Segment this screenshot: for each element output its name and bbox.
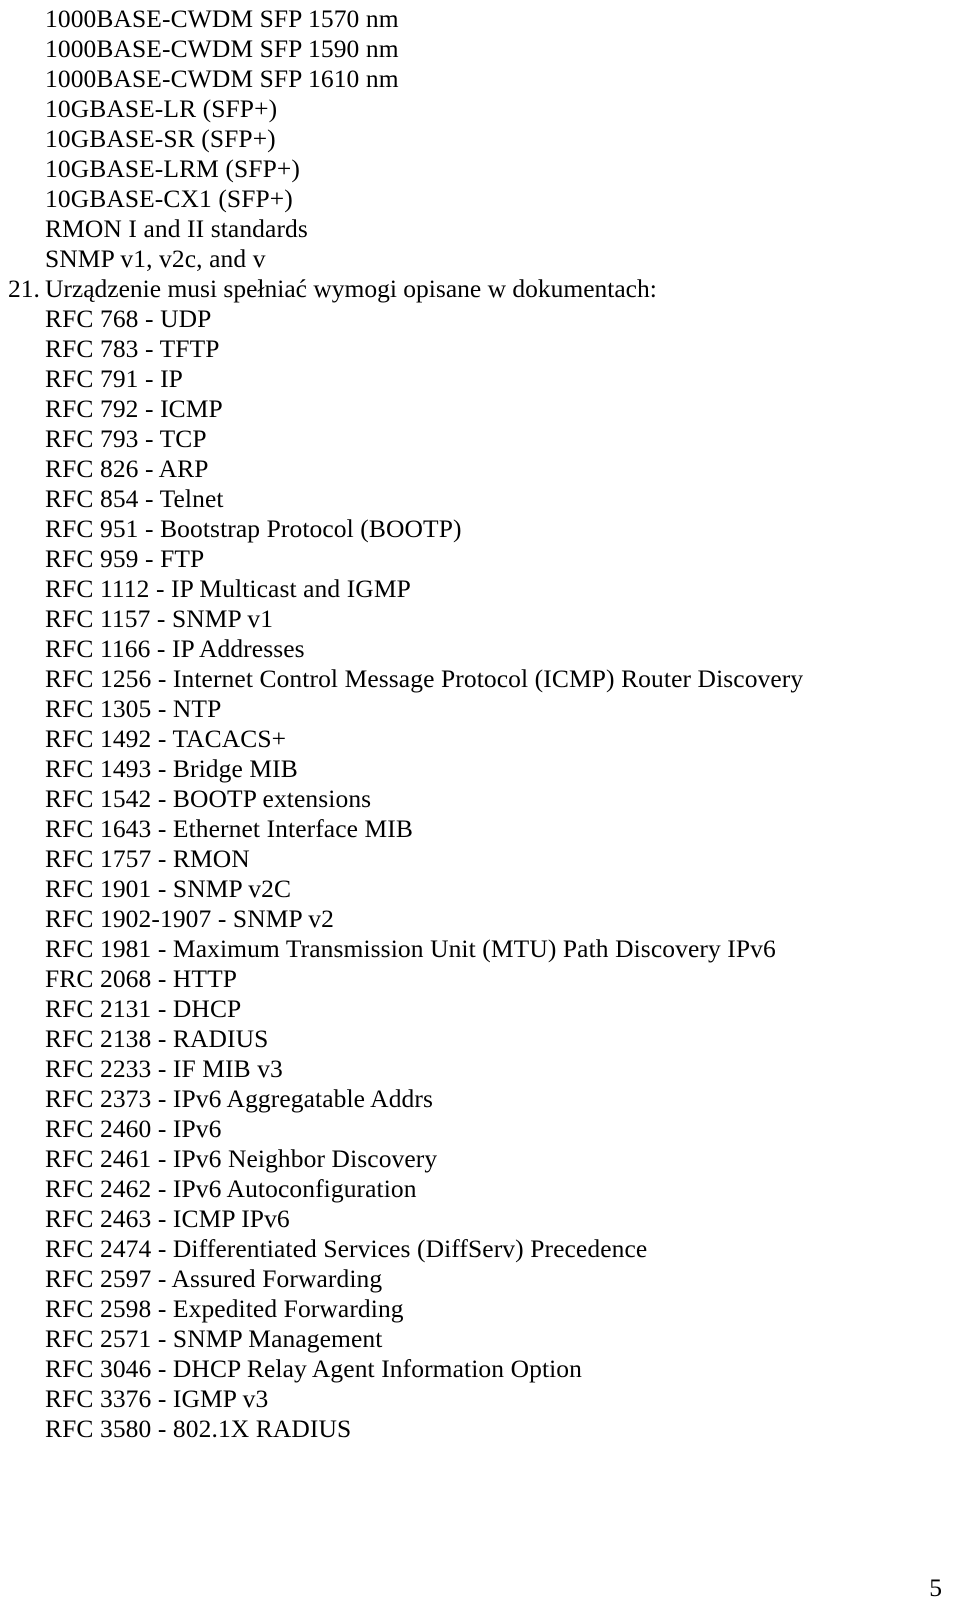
rfc-list-item: RFC 2463 - ICMP IPv6: [45, 1204, 290, 1233]
rfc-list-item: RFC 2460 - IPv6: [45, 1114, 222, 1143]
rfc-list-item: RFC 3046 - DHCP Relay Agent Information …: [45, 1354, 583, 1383]
list-marker: 21.: [8, 274, 40, 303]
rfc-list-item: RFC 1542 - BOOTP extensions: [45, 784, 372, 813]
rfc-list-item: RFC 1981 - Maximum Transmission Unit (MT…: [45, 934, 776, 963]
rfc-list-item: RFC 1256 - Internet Control Message Prot…: [45, 664, 804, 693]
rfc-list-item: RFC 2138 - RADIUS: [45, 1024, 269, 1053]
rfc-list-item: RFC 2571 - SNMP Management: [45, 1324, 383, 1353]
rfc-list-item: RFC 1157 - SNMP v1: [45, 604, 274, 633]
rfc-list-item: RFC 854 - Telnet: [45, 484, 224, 513]
spec-line: 10GBASE-LR (SFP+): [45, 94, 278, 123]
rfc-list-item: RFC 793 - TCP: [45, 424, 207, 453]
rfc-list-item: RFC 2474 - Differentiated Services (Diff…: [45, 1234, 648, 1263]
spec-line: RMON I and II standards: [45, 214, 308, 243]
spec-line: 10GBASE-CX1 (SFP+): [45, 184, 293, 213]
document-page: 1000BASE-CWDM SFP 1570 nm 1000BASE-CWDM …: [0, 0, 960, 1611]
rfc-list-item: RFC 1305 - NTP: [45, 694, 222, 723]
rfc-list-item: RFC 2233 - IF MIB v3: [45, 1054, 283, 1083]
rfc-list-item: RFC 768 - UDP: [45, 304, 212, 333]
rfc-list-item: RFC 1643 - Ethernet Interface MIB: [45, 814, 413, 843]
rfc-list-item: RFC 1902-1907 - SNMP v2: [45, 904, 334, 933]
spec-line: 10GBASE-SR (SFP+): [45, 124, 276, 153]
rfc-list-item: RFC 2131 - DHCP: [45, 994, 242, 1023]
rfc-list-item: RFC 1757 - RMON: [45, 844, 250, 873]
rfc-list-item: RFC 3376 - IGMP v3: [45, 1384, 269, 1413]
continued-spec-list: 1000BASE-CWDM SFP 1570 nm 1000BASE-CWDM …: [0, 4, 960, 274]
spec-line: 10GBASE-LRM (SFP+): [45, 154, 300, 183]
rfc-list-item: RFC 1166 - IP Addresses: [45, 634, 305, 663]
rfc-list-item: RFC 2462 - IPv6 Autoconfiguration: [45, 1174, 417, 1203]
page-number: 5: [929, 1573, 942, 1602]
spec-line: 1000BASE-CWDM SFP 1590 nm: [45, 34, 399, 63]
rfc-list-item: RFC 3580 - 802.1X RADIUS: [45, 1414, 352, 1443]
rfc-list-item: RFC 783 - TFTP: [45, 334, 220, 363]
spec-line: SNMP v1, v2c, and v: [45, 244, 266, 273]
spec-line: 1000BASE-CWDM SFP 1570 nm: [45, 4, 399, 33]
requirement-text: Urządzenie musi spełniać wymogi opisane …: [45, 274, 657, 303]
rfc-list-item: RFC 791 - IP: [45, 364, 183, 393]
rfc-list-item: RFC 1493 - Bridge MIB: [45, 754, 298, 783]
rfc-list-item: RFC 1492 - TACACS+: [45, 724, 287, 753]
rfc-list-item: RFC 826 - ARP: [45, 454, 209, 483]
rfc-list-item: RFC 2597 - Assured Forwarding: [45, 1264, 383, 1293]
rfc-list-item: RFC 951 - Bootstrap Protocol (BOOTP): [45, 514, 462, 543]
rfc-list-item: RFC 959 - FTP: [45, 544, 205, 573]
numbered-item-21: 21. Urządzenie musi spełniać wymogi opis…: [0, 274, 960, 304]
rfc-list-item: RFC 1901 - SNMP v2C: [45, 874, 292, 903]
rfc-list-item: FRC 2068 - HTTP: [45, 964, 238, 993]
spec-line: 1000BASE-CWDM SFP 1610 nm: [45, 64, 399, 93]
rfc-standards-list: RFC 768 - UDP RFC 783 - TFTP RFC 791 - I…: [0, 304, 960, 1444]
rfc-list-item: RFC 2461 - IPv6 Neighbor Discovery: [45, 1144, 438, 1173]
rfc-list-item: RFC 792 - ICMP: [45, 394, 223, 423]
rfc-list-item: RFC 2373 - IPv6 Aggregatable Addrs: [45, 1084, 434, 1113]
document-body: 1000BASE-CWDM SFP 1570 nm 1000BASE-CWDM …: [0, 4, 960, 1444]
rfc-list-item: RFC 1112 - IP Multicast and IGMP: [45, 574, 411, 603]
rfc-list-item: RFC 2598 - Expedited Forwarding: [45, 1294, 404, 1323]
